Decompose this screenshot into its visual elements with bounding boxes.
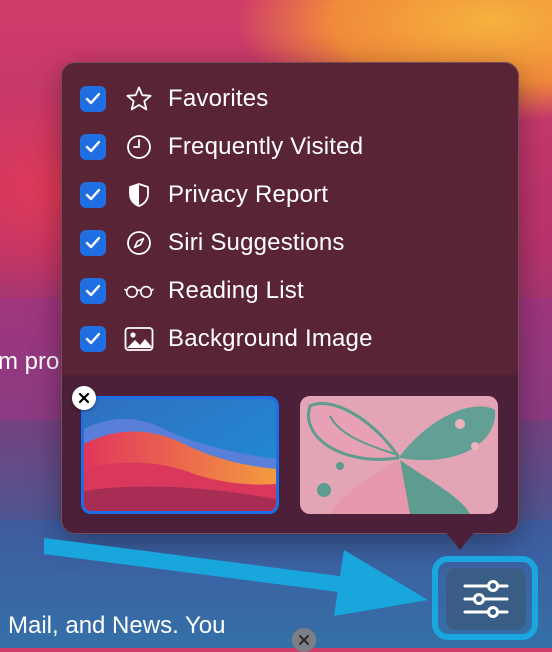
popover-tail: [444, 530, 476, 550]
customize-start-page-button[interactable]: [446, 568, 526, 630]
reading-list-checkbox[interactable]: [80, 278, 106, 304]
frequently-visited-checkbox[interactable]: [80, 134, 106, 160]
privacy-report-checkbox[interactable]: [80, 182, 106, 208]
option-background-image[interactable]: Background Image: [80, 321, 500, 357]
siri-suggestions-label: Siri Suggestions: [168, 229, 345, 256]
sliders-icon: [463, 580, 509, 618]
glasses-icon: [124, 276, 154, 306]
macos-big-sur-wallpaper: [84, 399, 276, 511]
siri-suggestions-checkbox[interactable]: [80, 230, 106, 256]
image-icon: [124, 324, 154, 354]
option-privacy-report[interactable]: Privacy Report: [80, 177, 500, 213]
background-image-label: Background Image: [168, 325, 373, 352]
option-frequently-visited[interactable]: Frequently Visited: [80, 129, 500, 165]
compass-icon: [124, 228, 154, 258]
privacy-report-label: Privacy Report: [168, 181, 329, 208]
shield-icon: [124, 180, 154, 210]
frequently-visited-label: Frequently Visited: [168, 133, 364, 160]
background-page-text: m pro: [0, 348, 60, 375]
favorites-label: Favorites: [168, 85, 269, 112]
butterfly-wallpaper: [300, 396, 498, 514]
option-siri-suggestions[interactable]: Siri Suggestions: [80, 225, 500, 261]
option-favorites[interactable]: Favorites: [80, 81, 500, 117]
option-reading-list[interactable]: Reading List: [80, 273, 500, 309]
background-thumbnail-butterfly[interactable]: [300, 396, 498, 514]
close-icon: [78, 392, 90, 404]
star-icon: [124, 84, 154, 114]
arrow-right-icon: [44, 538, 428, 616]
clock-icon: [124, 132, 154, 162]
favorites-checkbox[interactable]: [80, 86, 106, 112]
reading-list-label: Reading List: [168, 277, 304, 304]
close-icon[interactable]: [292, 628, 316, 652]
background-thumbnail-selected[interactable]: [81, 396, 279, 514]
remove-background-button[interactable]: [72, 386, 96, 410]
background-image-checkbox[interactable]: [80, 326, 106, 352]
